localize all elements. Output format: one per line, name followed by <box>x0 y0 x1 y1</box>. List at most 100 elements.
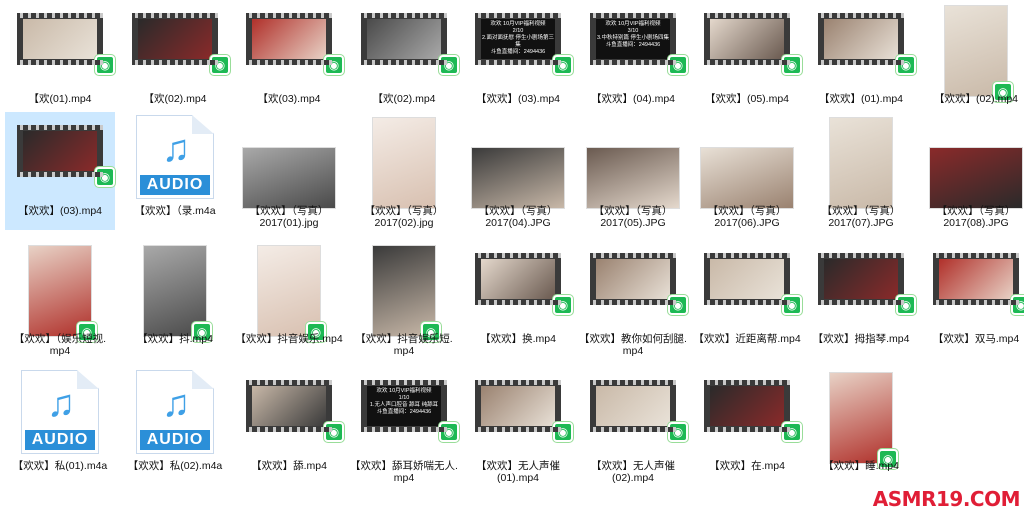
video-frame <box>824 259 898 299</box>
file-name: 【欢欢】抖音娱乐.mp4 <box>235 333 343 345</box>
file-name: 【欢欢】教你如何刮腿. mp4 <box>579 333 687 357</box>
video-frame <box>23 131 97 171</box>
file-name: 【欢欢】双马.mp4 <box>932 333 1020 345</box>
file-name: 【欢欢】抖音娱乐短. mp4 <box>355 333 453 357</box>
image-thumbnail <box>586 147 680 209</box>
video-thumbnail: ◉ <box>829 372 898 469</box>
file-item[interactable]: ◉ 【欢欢】拇指琴.mp4 <box>806 240 916 358</box>
file-item[interactable]: 【欢欢】（写真） 2017(05).JPG <box>578 112 688 230</box>
audio-label: AUDIO <box>25 430 95 450</box>
video-frame <box>252 19 326 59</box>
image-thumbnail <box>829 117 893 209</box>
video-frame <box>23 19 97 59</box>
file-item[interactable]: 欢欢 10月VIP福利视频 1/10 1.无人声口腔音 舔耳 纯舔耳 斗鱼直播间… <box>349 367 459 485</box>
media-player-icon: ◉ <box>324 422 344 442</box>
video-thumbnail: ◉ <box>28 245 97 342</box>
media-player-icon: ◉ <box>210 55 230 75</box>
video-thumbnail: ◉ <box>704 253 802 315</box>
video-frame <box>367 19 441 59</box>
file-item[interactable]: 欢欢 10月VIP福利视频 2/10 2.面对面抚慰 停生小剧场第三集 斗鱼直播… <box>463 0 573 118</box>
video-frame <box>481 386 555 426</box>
video-thumbnail: ◉ <box>590 253 688 315</box>
video-frame <box>824 19 898 59</box>
audio-file-icon: ♫ AUDIO <box>21 370 99 454</box>
file-name: 【欢欢】抖.mp4 <box>137 333 213 345</box>
file-item[interactable]: ◉ 【欢欢】换.mp4 <box>463 240 573 358</box>
video-thumbnail: ◉ <box>475 253 573 315</box>
video-thumbnail: ◉ <box>246 380 344 442</box>
media-player-icon: ◉ <box>782 295 802 315</box>
file-item[interactable]: 欢欢 10月VIP福利视频 3/10 3.中秋特别篇 停生小剧场四集 斗鱼直播间… <box>578 0 688 118</box>
video-thumbnail: ◉ <box>257 245 326 342</box>
file-item[interactable]: ◉ 【欢(02).mp4 <box>120 0 230 118</box>
video-thumbnail: ◉ <box>17 125 115 187</box>
file-item[interactable]: ◉ 【欢欢】(05).mp4 <box>692 0 802 118</box>
video-frame <box>596 386 670 426</box>
video-thumbnail: 欢欢 10月VIP福利视频 1/10 1.无人声口腔音 舔耳 纯舔耳 斗鱼直播间… <box>361 380 459 442</box>
file-grid: ◉ 【欢(01).mp4 ◉ 【欢(02).mp4 ◉ 【欢(03).mp4 ◉ 【欢(02)… <box>0 0 1024 513</box>
file-name: 【欢欢】(01).mp4 <box>818 93 903 105</box>
file-item[interactable]: ◉ 【欢欢】抖音娱乐短. mp4 <box>349 240 459 358</box>
file-item[interactable]: ♫ AUDIO 【欢欢】私(01).m4a <box>5 367 115 485</box>
video-frame: 欢欢 10月VIP福利视频 1/10 1.无人声口腔音 舔耳 纯舔耳 斗鱼直播间… <box>367 386 441 426</box>
image-thumbnail <box>372 117 436 209</box>
file-name: 【欢(01).mp4 <box>28 93 92 105</box>
file-item[interactable]: 【欢欢】（写真） 2017(07).JPG <box>806 112 916 230</box>
file-name: 【欢欢】在.mp4 <box>709 460 785 472</box>
file-name: 【欢欢】(04).mp4 <box>590 93 675 105</box>
file-name: 【欢欢】（录.m4a <box>134 205 216 217</box>
file-item[interactable]: 【欢欢】（写真） 2017(02).jpg <box>349 112 459 230</box>
video-frame <box>138 19 212 59</box>
file-item[interactable]: ◉ 【欢欢】无人声催 (01).mp4 <box>463 367 573 485</box>
file-item[interactable]: 【欢欢】（写真） 2017(04).JPG <box>463 112 573 230</box>
video-thumbnail: ◉ <box>704 13 802 75</box>
file-item[interactable]: ◉ 【欢(03).mp4 <box>234 0 344 118</box>
media-player-icon: ◉ <box>896 295 916 315</box>
file-item[interactable]: ◉ 【欢欢】舔.mp4 <box>234 367 344 485</box>
file-item[interactable]: ◉ 【欢欢】（娱乐短视. mp4 <box>5 240 115 358</box>
video-thumbnail: ◉ <box>143 245 212 342</box>
audio-label: AUDIO <box>140 175 210 195</box>
file-item[interactable]: ◉ 【欢欢】(03).mp4 <box>5 112 115 230</box>
file-item[interactable]: ◉ 【欢欢】睡.mp4 <box>806 367 916 485</box>
file-name: 【欢欢】（写真） 2017(01).jpg <box>249 205 329 229</box>
video-thumbnail: 欢欢 10月VIP福利视频 3/10 3.中秋特别篇 停生小剧场四集 斗鱼直播间… <box>590 13 688 75</box>
file-name: 【欢欢】无人声催 (02).mp4 <box>591 460 675 484</box>
media-player-icon: ◉ <box>439 55 459 75</box>
video-thumbnail: ◉ <box>818 13 916 75</box>
file-name: 【欢欢】拇指琴.mp4 <box>812 333 910 345</box>
file-item[interactable]: ◉ 【欢(01).mp4 <box>5 0 115 118</box>
video-thumbnail: ◉ <box>590 380 688 442</box>
file-item[interactable]: ♫ AUDIO 【欢欢】私(02).m4a <box>120 367 230 485</box>
file-item[interactable]: ◉ 【欢(02).mp4 <box>349 0 459 118</box>
file-item[interactable]: ◉ 【欢欢】无人声催 (02).mp4 <box>578 367 688 485</box>
file-item[interactable]: 【欢欢】（写真） 2017(08).JPG <box>921 112 1024 230</box>
video-thumbnail: 欢欢 10月VIP福利视频 2/10 2.面对面抚慰 停生小剧场第三集 斗鱼直播… <box>475 13 573 75</box>
file-name: 【欢欢】换.mp4 <box>480 333 556 345</box>
image-thumbnail <box>929 147 1023 209</box>
file-item[interactable]: ◉ 【欢欢】近距离帮.mp4 <box>692 240 802 358</box>
file-item[interactable]: 【欢欢】（写真） 2017(06).JPG <box>692 112 802 230</box>
file-name: 【欢欢】近距离帮.mp4 <box>693 333 801 345</box>
file-name: 【欢欢】（写真） 2017(05).JPG <box>593 205 673 229</box>
music-note-icon: ♫ <box>161 383 191 425</box>
file-item[interactable]: ◉ 【欢欢】在.mp4 <box>692 367 802 485</box>
video-thumbnail: ◉ <box>704 380 802 442</box>
file-item[interactable]: ◉ 【欢欢】抖音娱乐.mp4 <box>234 240 344 358</box>
file-item[interactable]: ◉ 【欢欢】双马.mp4 <box>921 240 1024 358</box>
video-frame <box>939 259 1013 299</box>
music-note-icon: ♫ <box>161 128 191 170</box>
file-item[interactable]: ◉ 【欢欢】教你如何刮腿. mp4 <box>578 240 688 358</box>
image-thumbnail <box>471 147 565 209</box>
media-player-icon: ◉ <box>553 55 573 75</box>
media-player-icon: ◉ <box>553 422 573 442</box>
media-player-icon: ◉ <box>95 167 115 187</box>
video-thumbnail: ◉ <box>246 13 344 75</box>
file-item[interactable]: 【欢欢】（写真） 2017(01).jpg <box>234 112 344 230</box>
file-item[interactable]: ◉ 【欢欢】抖.mp4 <box>120 240 230 358</box>
file-item[interactable]: ♫ AUDIO 【欢欢】（录.m4a <box>120 112 230 230</box>
media-player-icon: ◉ <box>324 55 344 75</box>
file-item[interactable]: ◉ 【欢欢】(01).mp4 <box>806 0 916 118</box>
video-frame <box>481 259 555 299</box>
file-item[interactable]: ◉ 【欢欢】(02).mp4 <box>921 0 1024 118</box>
